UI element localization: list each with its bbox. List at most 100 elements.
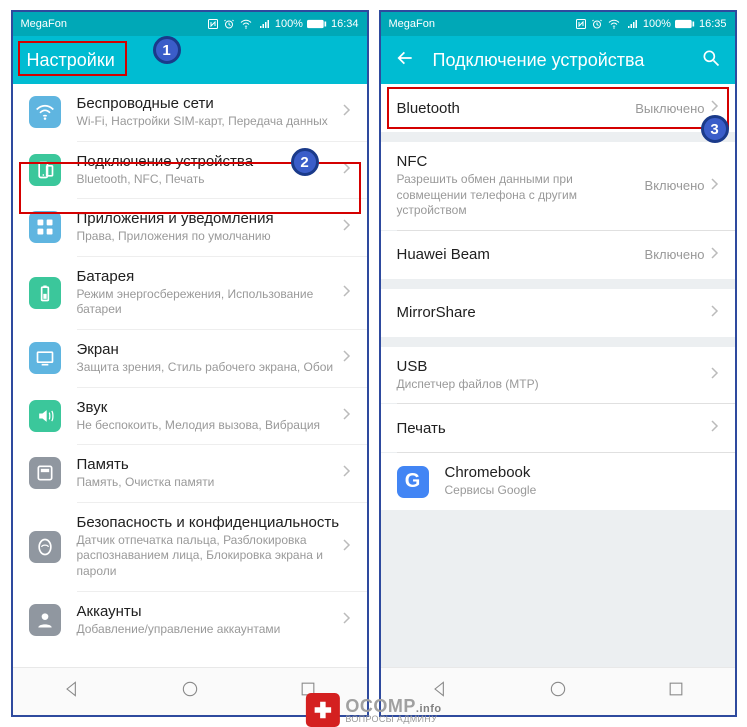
page-title: Подключение устройства	[433, 50, 683, 71]
row-subtitle: Сервисы Google	[445, 483, 719, 499]
row-subtitle: Режим энергосбережения, Использование ба…	[77, 287, 343, 318]
phone-left: MegaFon 100% 16:34 Настройки 1 Беспровод…	[11, 10, 369, 717]
clock: 16:34	[331, 18, 359, 30]
chevron-right-icon	[343, 103, 351, 121]
battery-icon	[675, 19, 695, 29]
chevron-right-icon	[343, 464, 351, 482]
watermark-tag: ВОПРОСЫ АДМИНУ	[345, 715, 441, 724]
row-title: Беспроводные сети	[77, 95, 343, 112]
chevron-right-icon	[711, 366, 719, 384]
watermark-logo	[305, 693, 339, 727]
row-bluetooth[interactable]: Bluetooth Выключено	[381, 84, 735, 132]
row-display[interactable]: Экран Защита зрения, Стиль рабочего экра…	[13, 330, 367, 387]
row-title: Huawei Beam	[397, 246, 645, 263]
chevron-right-icon	[343, 349, 351, 367]
appbar: Настройки	[13, 36, 367, 84]
wifi-icon	[239, 18, 253, 30]
row-title: Экран	[77, 341, 343, 358]
row-chromebook[interactable]: G Chromebook Сервисы Google	[381, 453, 735, 510]
battery-percent: 100%	[275, 18, 303, 30]
row-title: Память	[77, 456, 343, 473]
back-button[interactable]	[395, 48, 415, 73]
nfc-icon	[575, 18, 587, 30]
statusbar: MegaFon 100% 16:35	[381, 12, 735, 36]
row-subtitle: Права, Приложения по умолчанию	[77, 229, 343, 245]
row-battery[interactable]: Батарея Режим энергосбережения, Использо…	[13, 257, 367, 329]
chevron-right-icon	[711, 177, 719, 195]
chevron-right-icon	[343, 407, 351, 425]
row-value: Включено	[645, 247, 705, 262]
nav-recent[interactable]	[666, 679, 686, 704]
row-title: Приложения и уведомления	[77, 210, 343, 227]
row-apps[interactable]: Приложения и уведомления Права, Приложен…	[13, 199, 367, 256]
nav-home[interactable]	[180, 679, 200, 704]
chevron-right-icon	[343, 538, 351, 556]
annotation-badge-3: 3	[701, 115, 729, 143]
row-subtitle: Диспетчер файлов (MTP)	[397, 377, 711, 393]
battery-icon	[307, 19, 327, 29]
row-subtitle: Добавление/управление аккаунтами	[77, 622, 343, 638]
row-title: USB	[397, 358, 711, 375]
security-icon	[29, 531, 61, 563]
chevron-right-icon	[711, 419, 719, 437]
watermark-brand: OCOMP	[345, 696, 416, 716]
row-storage[interactable]: Память Память, Очистка памяти	[13, 445, 367, 502]
chevron-right-icon	[343, 284, 351, 302]
wifi-icon	[607, 18, 621, 30]
chevron-right-icon	[343, 161, 351, 179]
alarm-icon	[223, 18, 235, 30]
battery-icon	[29, 277, 61, 309]
chromebook-icon: G	[397, 466, 429, 498]
row-title: Chromebook	[445, 464, 719, 481]
row-value: Включено	[645, 178, 705, 193]
search-button[interactable]	[701, 48, 721, 73]
row-nfc[interactable]: NFC Разрешить обмен данными при совмещен…	[381, 142, 735, 230]
row-huawei-beam[interactable]: Huawei Beam Включено	[381, 231, 735, 279]
status-icons: 100% 16:35	[575, 18, 727, 30]
row-subtitle: Wi-Fi, Настройки SIM-карт, Передача данн…	[77, 114, 343, 130]
row-security[interactable]: Безопасность и конфиденциальность Датчик…	[13, 503, 367, 591]
row-subtitle: Защита зрения, Стиль рабочего экрана, Об…	[77, 360, 343, 376]
alarm-icon	[591, 18, 603, 30]
chevron-right-icon	[711, 304, 719, 322]
page-title: Настройки	[27, 50, 353, 71]
watermark-tld: .info	[416, 703, 442, 715]
row-title: Печать	[397, 420, 711, 437]
clock: 16:35	[699, 18, 727, 30]
storage-icon	[29, 457, 61, 489]
row-title: Звук	[77, 399, 343, 416]
device-icon	[29, 154, 61, 186]
annotation-badge-2: 2	[291, 148, 319, 176]
row-title: Bluetooth	[397, 100, 636, 117]
row-wireless[interactable]: Беспроводные сети Wi-Fi, Настройки SIM-к…	[13, 84, 367, 141]
row-title: MirrorShare	[397, 304, 711, 321]
status-icons: 100% 16:34	[207, 18, 359, 30]
statusbar: MegaFon 100% 16:34	[13, 12, 367, 36]
chevron-right-icon	[343, 611, 351, 629]
row-value: Выключено	[635, 101, 704, 116]
sound-icon	[29, 400, 61, 432]
battery-percent: 100%	[643, 18, 671, 30]
display-icon	[29, 342, 61, 374]
carrier-label: MegaFon	[21, 18, 67, 30]
row-sound[interactable]: Звук Не беспокоить, Мелодия вызова, Вибр…	[13, 388, 367, 445]
row-mirrorshare[interactable]: MirrorShare	[381, 289, 735, 337]
row-title: Аккаунты	[77, 603, 343, 620]
phone-right: MegaFon 100% 16:35 Подключение устройств…	[379, 10, 737, 717]
apps-icon	[29, 211, 61, 243]
watermark: OCOMP.info ВОПРОСЫ АДМИНУ	[305, 693, 441, 727]
row-subtitle: Не беспокоить, Мелодия вызова, Вибрация	[77, 418, 343, 434]
row-usb[interactable]: USB Диспетчер файлов (MTP)	[381, 347, 735, 404]
row-subtitle: Память, Очистка памяти	[77, 475, 343, 491]
row-accounts[interactable]: Аккаунты Добавление/управление аккаунтам…	[13, 592, 367, 649]
row-subtitle: Датчик отпечатка пальца, Разблокировка р…	[77, 533, 343, 580]
row-title: Батарея	[77, 268, 343, 285]
nav-home[interactable]	[548, 679, 568, 704]
nav-back[interactable]	[62, 679, 82, 704]
annotation-badge-1: 1	[153, 36, 181, 64]
accounts-icon	[29, 604, 61, 636]
row-print[interactable]: Печать	[381, 404, 735, 452]
connection-list[interactable]: Bluetooth Выключено NFC Разрешить обмен …	[381, 84, 735, 667]
signal-icon	[257, 18, 271, 30]
chevron-right-icon	[711, 246, 719, 264]
